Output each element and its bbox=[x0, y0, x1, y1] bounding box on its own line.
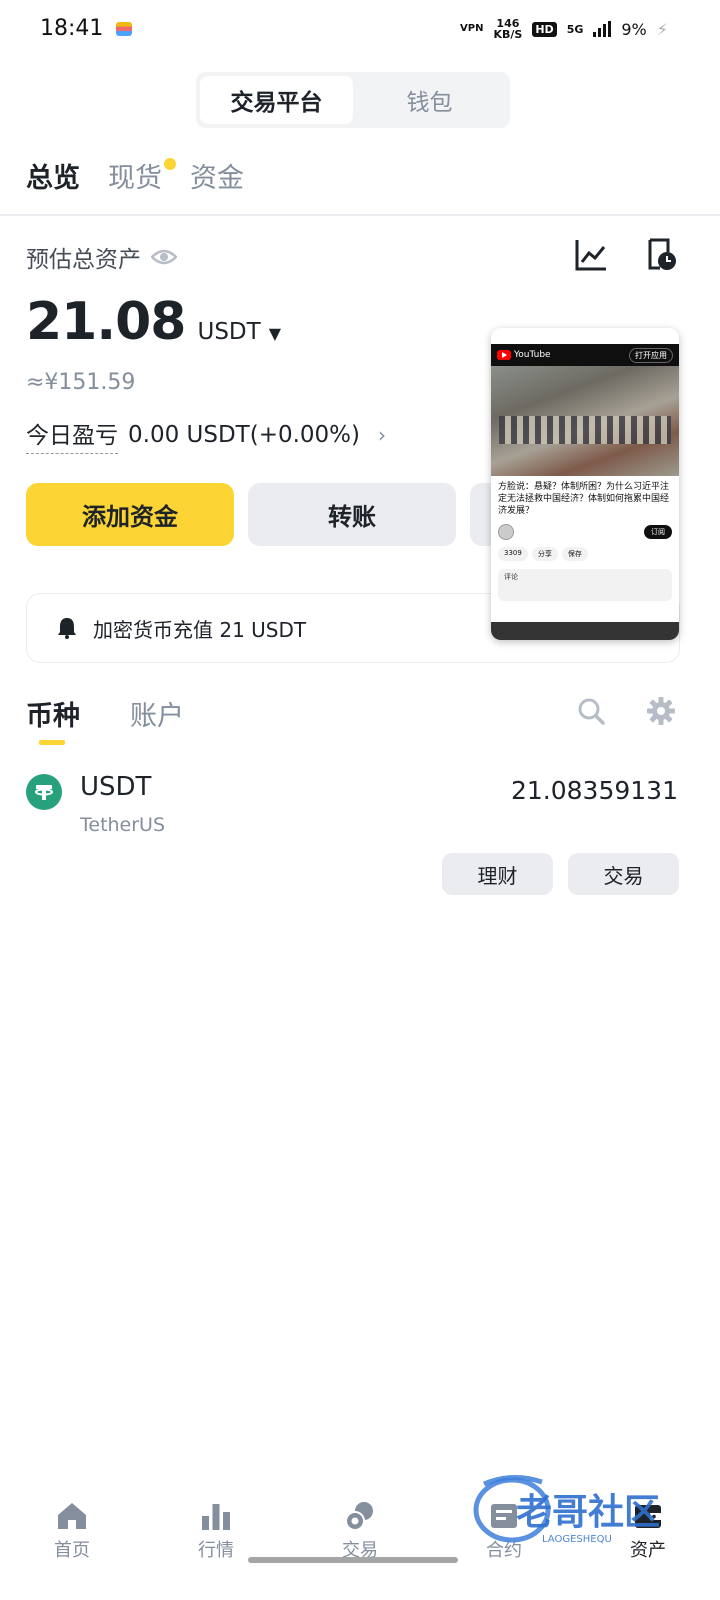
transfer-button[interactable]: 转账 bbox=[248, 483, 456, 546]
chevron-right-icon: › bbox=[378, 423, 386, 447]
balance-unit-selector[interactable]: USDT bbox=[197, 319, 260, 345]
status-bar: 18:41 VPN 146 KB/S HD 5G 9% ⚡ bbox=[0, 0, 720, 60]
watermark-logo: 老哥社区 LAOGESHEQU bbox=[473, 1475, 660, 1545]
pnl-label: 今日盈亏 bbox=[26, 416, 118, 454]
video-progress-strip bbox=[491, 622, 679, 640]
active-tab-indicator bbox=[39, 740, 65, 745]
tether-logo-icon bbox=[26, 774, 62, 810]
new-dot-badge bbox=[164, 158, 176, 170]
gear-icon[interactable] bbox=[647, 697, 675, 725]
video-thumbnail[interactable] bbox=[491, 366, 679, 476]
youtube-brand: YouTube bbox=[514, 350, 551, 360]
comments-label: 评论 bbox=[504, 573, 518, 581]
fiat-equivalent: ≈¥151.59 bbox=[26, 370, 136, 395]
video-title: 方脸说：悬疑？体制所困？为什么习近平注定无法拯救中国经济？体制如何拖累中国经济发… bbox=[498, 482, 670, 516]
network-speed-unit: KB/S bbox=[493, 28, 523, 41]
trade-button[interactable]: 交易 bbox=[568, 853, 679, 895]
pip-handle[interactable] bbox=[491, 328, 679, 344]
vpn-indicator: VPN bbox=[460, 23, 484, 34]
nav-home[interactable]: 首页 bbox=[0, 1490, 144, 1600]
status-time: 18:41 bbox=[40, 16, 104, 41]
estimated-total-text: 预估总资产 bbox=[26, 247, 141, 273]
nav-markets-label: 行情 bbox=[198, 1540, 234, 1561]
watermark-text: 老哥社区 bbox=[516, 1492, 660, 1533]
trade-icon bbox=[345, 1502, 373, 1531]
channel-row: 订阅 bbox=[491, 519, 679, 545]
battery-level: 9% bbox=[621, 19, 647, 39]
home-icon bbox=[58, 1503, 86, 1529]
balance-value: 21.08 bbox=[26, 292, 186, 352]
tab-exchange[interactable]: 交易平台 bbox=[200, 76, 353, 124]
nav-home-label: 首页 bbox=[54, 1540, 90, 1561]
tabs-divider bbox=[0, 214, 720, 216]
estimated-total-label: 预估总资产 bbox=[26, 240, 177, 274]
eye-icon[interactable] bbox=[151, 248, 177, 266]
youtube-header: YouTube 打开应用 bbox=[491, 344, 679, 366]
tether-symbol-icon bbox=[35, 785, 53, 800]
share-button[interactable]: 分享 bbox=[531, 547, 558, 561]
comments-box[interactable]: 评论 bbox=[498, 569, 672, 601]
network-type: 5G bbox=[566, 22, 584, 36]
channel-avatar[interactable] bbox=[498, 524, 514, 540]
youtube-logo: YouTube bbox=[497, 350, 551, 360]
video-actions: 3309 分享 保存 bbox=[491, 545, 679, 563]
coin-name: TetherUS bbox=[80, 814, 166, 836]
search-icon[interactable] bbox=[577, 697, 605, 725]
coin-amount: 21.08359131 bbox=[510, 776, 678, 805]
platform-switch: 交易平台 钱包 bbox=[196, 72, 510, 128]
tab-wallet[interactable]: 钱包 bbox=[353, 76, 506, 124]
bell-icon bbox=[58, 618, 76, 639]
tab-coins[interactable]: 币种 bbox=[26, 694, 80, 733]
total-balance: 21.08 USDT ▼ bbox=[26, 292, 281, 352]
coin-list-tabs: 币种 账户 bbox=[26, 694, 184, 733]
today-pnl[interactable]: 今日盈亏 0.00 USDT(+0.00%) › bbox=[26, 416, 386, 454]
hd-badge: HD bbox=[532, 21, 557, 37]
nav-markets[interactable]: 行情 bbox=[144, 1490, 288, 1600]
bar-chart-icon bbox=[202, 1504, 230, 1530]
coin-symbol[interactable]: USDT bbox=[80, 772, 151, 802]
status-indicators: VPN 146 KB/S HD 5G 9% ⚡ bbox=[460, 18, 668, 40]
tab-spot-label: 现货 bbox=[108, 163, 162, 194]
nav-trade[interactable]: 交易 bbox=[288, 1490, 432, 1600]
tab-spot[interactable]: 现货 bbox=[108, 156, 176, 195]
tab-funding[interactable]: 资金 bbox=[190, 156, 244, 195]
notice-text: 加密货币充值 21 USDT bbox=[93, 617, 307, 642]
watermark-subtext: LAOGESHEQU bbox=[542, 1534, 612, 1545]
subscribe-button[interactable]: 订阅 bbox=[644, 525, 672, 539]
home-indicator[interactable] bbox=[248, 1557, 458, 1563]
add-funds-button[interactable]: 添加资金 bbox=[26, 483, 234, 546]
youtube-play-icon bbox=[497, 350, 511, 360]
tab-accounts[interactable]: 账户 bbox=[130, 694, 184, 733]
video-scene bbox=[499, 416, 671, 444]
like-button[interactable]: 3309 bbox=[498, 547, 528, 561]
earn-button[interactable]: 理财 bbox=[442, 853, 553, 895]
history-icon[interactable] bbox=[646, 238, 678, 272]
charging-icon: ⚡ bbox=[656, 19, 668, 39]
network-speed: 146 KB/S bbox=[493, 18, 522, 40]
asset-tabs: 总览 现货 资金 bbox=[26, 156, 244, 195]
signal-icon bbox=[593, 21, 612, 37]
open-app-button[interactable]: 打开应用 bbox=[629, 347, 673, 363]
floating-video-window[interactable]: YouTube 打开应用 方脸说：悬疑？体制所困？为什么习近平注定无法拯救中国经… bbox=[491, 328, 679, 640]
tab-overview[interactable]: 总览 bbox=[26, 156, 80, 195]
notification-app-icon bbox=[116, 22, 132, 36]
pnl-value: 0.00 USDT(+0.00%) bbox=[128, 422, 360, 448]
save-button[interactable]: 保存 bbox=[561, 547, 588, 561]
pnl-chart-icon[interactable] bbox=[574, 238, 608, 272]
caret-down-icon[interactable]: ▼ bbox=[269, 324, 281, 343]
